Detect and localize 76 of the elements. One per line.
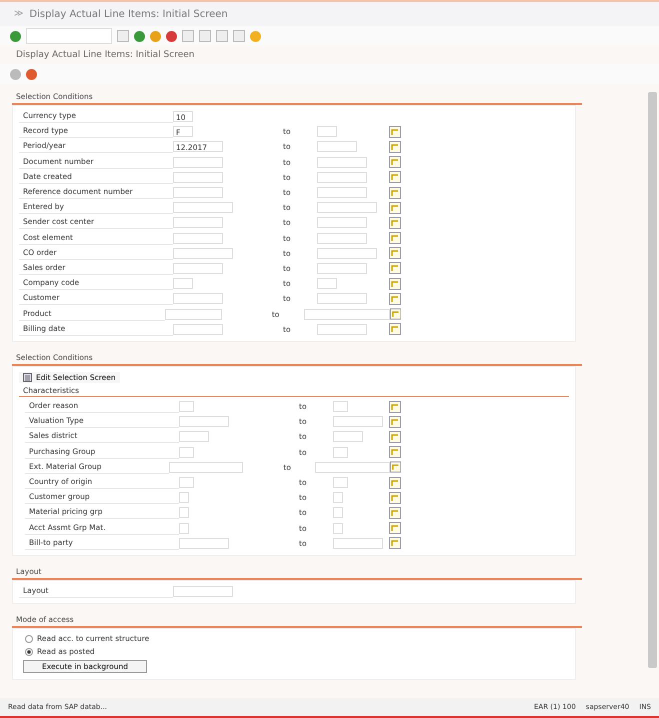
input-field[interactable] (173, 202, 233, 214)
multiple-selection-icon[interactable] (389, 171, 401, 184)
input-field[interactable] (173, 278, 193, 290)
input-field[interactable] (317, 262, 367, 274)
input-field[interactable] (317, 232, 367, 244)
multiple-selection-icon[interactable] (389, 140, 401, 153)
input-field[interactable] (333, 477, 348, 488)
multiple-selection-icon[interactable] (389, 292, 401, 305)
input-field[interactable] (317, 141, 357, 152)
multiple-selection-icon[interactable] (389, 492, 401, 504)
input-field[interactable] (179, 401, 194, 412)
multiple-selection-icon[interactable] (389, 216, 401, 229)
input-field[interactable] (173, 187, 223, 198)
input-field[interactable] (317, 324, 367, 335)
input-field[interactable] (173, 232, 223, 244)
input-field[interactable] (173, 248, 233, 259)
scrollbar[interactable] (648, 92, 657, 668)
input-field[interactable] (333, 431, 363, 442)
input-field[interactable] (317, 278, 337, 290)
input-field[interactable] (165, 308, 222, 320)
multiple-selection-icon[interactable] (389, 232, 401, 244)
input-field[interactable] (333, 492, 343, 504)
input-field[interactable] (333, 416, 383, 428)
multiple-selection-icon[interactable] (389, 186, 401, 199)
multiple-selection-icon[interactable] (389, 537, 401, 550)
input-field[interactable] (173, 262, 223, 274)
multiple-selection-icon[interactable] (389, 247, 401, 260)
input-field[interactable] (173, 586, 233, 597)
input-field[interactable] (333, 538, 383, 549)
window-title: Display Actual Line Items: Initial Screen (29, 8, 228, 20)
input-field[interactable] (179, 431, 209, 442)
input-field[interactable] (304, 308, 390, 320)
multiple-selection-icon[interactable] (389, 522, 401, 534)
multiple-selection-icon[interactable] (390, 461, 402, 474)
input-field[interactable] (173, 172, 223, 183)
input-field[interactable] (317, 248, 377, 259)
multiple-selection-icon[interactable] (389, 446, 401, 458)
input-field[interactable] (317, 217, 367, 228)
multiple-selection-icon[interactable] (389, 126, 401, 138)
input-field[interactable] (317, 156, 367, 168)
input-field[interactable] (179, 446, 194, 458)
input-field[interactable] (173, 293, 223, 304)
input-field[interactable] (317, 202, 377, 214)
multiple-selection-icon[interactable] (389, 430, 401, 443)
multiple-selection-icon[interactable] (389, 156, 401, 168)
input-field[interactable] (173, 217, 223, 228)
input-field[interactable] (168, 462, 244, 473)
input-field[interactable] (179, 522, 189, 534)
multiple-selection-icon[interactable] (389, 323, 401, 336)
multiple-selection-icon[interactable] (389, 202, 401, 214)
input-field[interactable] (317, 293, 367, 304)
multiple-selection-icon[interactable] (389, 278, 401, 290)
input-field[interactable] (179, 416, 229, 428)
input-field[interactable] (333, 522, 343, 534)
input-field[interactable] (173, 156, 223, 168)
multiple-selection-icon[interactable] (389, 506, 401, 519)
input-field[interactable] (179, 538, 229, 549)
multiple-selection-icon[interactable] (389, 416, 401, 428)
input-field[interactable] (173, 324, 223, 335)
input-field[interactable] (179, 507, 189, 518)
input-field[interactable] (333, 401, 348, 412)
input-field[interactable] (179, 477, 194, 488)
input-field[interactable] (333, 446, 348, 458)
multiple-selection-icon[interactable] (390, 308, 401, 320)
list-icon (23, 372, 32, 382)
input-field[interactable] (317, 126, 337, 138)
multiple-selection-icon[interactable] (389, 262, 401, 274)
input-field[interactable] (333, 507, 343, 518)
input-field[interactable] (317, 172, 367, 183)
multiple-selection-icon[interactable] (389, 400, 401, 413)
input-field[interactable] (315, 462, 390, 473)
multiple-selection-icon[interactable] (389, 476, 401, 489)
input-field[interactable] (179, 492, 189, 504)
screen-title: Display Actual Line Items: Initial Screen (15, 49, 196, 62)
input-field[interactable] (317, 187, 367, 198)
command-field[interactable] (26, 28, 112, 44)
